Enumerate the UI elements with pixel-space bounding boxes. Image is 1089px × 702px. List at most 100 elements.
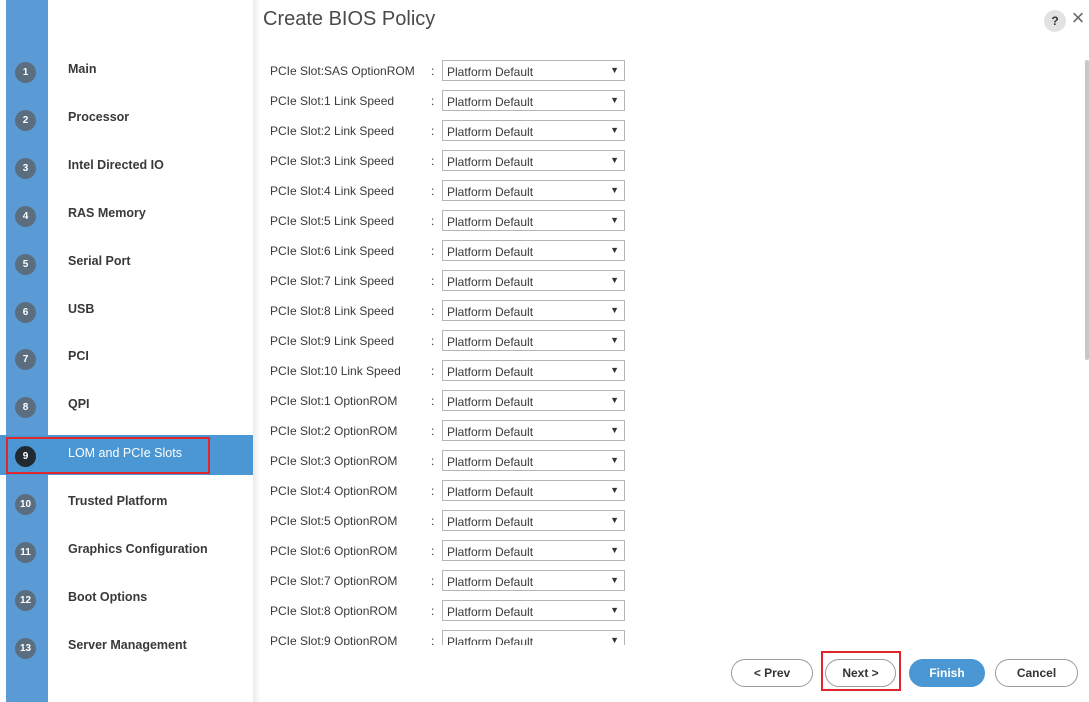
field-select[interactable]: Platform Default ▼ bbox=[442, 390, 625, 411]
field-select[interactable]: Platform Default ▼ bbox=[442, 600, 625, 621]
step-graphics-configuration[interactable]: 11 Graphics Configuration bbox=[0, 531, 253, 571]
select-value: Platform Default bbox=[447, 575, 534, 589]
dropdown-arrow-icon: ▼ bbox=[610, 245, 619, 255]
step-pci[interactable]: 7 PCI bbox=[0, 338, 253, 378]
field-select[interactable]: Platform Default ▼ bbox=[442, 120, 625, 141]
select-value: Platform Default bbox=[447, 515, 534, 529]
step-number-badge: 12 bbox=[15, 590, 36, 611]
field-select[interactable]: Platform Default ▼ bbox=[442, 60, 625, 81]
dialog-title: Create BIOS Policy bbox=[263, 8, 436, 30]
field-colon: : bbox=[431, 304, 435, 318]
select-value: Platform Default bbox=[447, 605, 534, 619]
prev-button[interactable]: < Prev bbox=[731, 659, 813, 687]
dropdown-arrow-icon: ▼ bbox=[610, 65, 619, 75]
field-select[interactable]: Platform Default ▼ bbox=[442, 240, 625, 261]
field-select[interactable]: Platform Default ▼ bbox=[442, 420, 625, 441]
field-label: PCIe Slot:SAS OptionROM bbox=[270, 64, 415, 78]
step-qpi[interactable]: 8 QPI bbox=[0, 386, 253, 426]
active-step-highlight-box bbox=[6, 437, 210, 474]
step-ras-memory[interactable]: 4 RAS Memory bbox=[0, 195, 253, 235]
field-select[interactable]: Platform Default ▼ bbox=[442, 630, 625, 645]
field-select[interactable]: Platform Default ▼ bbox=[442, 180, 625, 201]
step-label: Main bbox=[68, 62, 97, 76]
step-trusted-platform[interactable]: 10 Trusted Platform bbox=[0, 483, 253, 523]
field-select[interactable]: Platform Default ▼ bbox=[442, 450, 625, 471]
close-icon[interactable]: × bbox=[1068, 6, 1088, 30]
form-row-pcie-slot6-link-speed: PCIe Slot:6 Link Speed : Platform Defaul… bbox=[263, 235, 633, 265]
form-row-pcie-slot1-link-speed: PCIe Slot:1 Link Speed : Platform Defaul… bbox=[263, 85, 633, 115]
dropdown-arrow-icon: ▼ bbox=[610, 575, 619, 585]
field-select[interactable]: Platform Default ▼ bbox=[442, 150, 625, 171]
step-label: RAS Memory bbox=[68, 206, 146, 220]
step-label: Server Management bbox=[68, 638, 187, 652]
field-colon: : bbox=[431, 184, 435, 198]
dropdown-arrow-icon: ▼ bbox=[610, 125, 619, 135]
field-colon: : bbox=[431, 424, 435, 438]
step-label: Intel Directed IO bbox=[68, 158, 164, 172]
select-value: Platform Default bbox=[447, 365, 534, 379]
help-icon[interactable]: ? bbox=[1044, 10, 1066, 32]
select-value: Platform Default bbox=[447, 125, 534, 139]
field-select[interactable]: Platform Default ▼ bbox=[442, 540, 625, 561]
select-value: Platform Default bbox=[447, 545, 534, 559]
dropdown-arrow-icon: ▼ bbox=[610, 215, 619, 225]
form-row-pcie-slot2-optionrom: PCIe Slot:2 OptionROM : Platform Default… bbox=[263, 415, 633, 445]
select-value: Platform Default bbox=[447, 335, 534, 349]
field-colon: : bbox=[431, 634, 435, 645]
dropdown-arrow-icon: ▼ bbox=[610, 155, 619, 165]
field-colon: : bbox=[431, 334, 435, 348]
step-boot-options[interactable]: 12 Boot Options bbox=[0, 579, 253, 619]
field-label: PCIe Slot:8 OptionROM bbox=[270, 604, 398, 618]
finish-button[interactable]: Finish bbox=[909, 659, 985, 687]
form-row-pcie-slot6-optionrom: PCIe Slot:6 OptionROM : Platform Default… bbox=[263, 535, 633, 565]
dropdown-arrow-icon: ▼ bbox=[610, 305, 619, 315]
select-value: Platform Default bbox=[447, 275, 534, 289]
field-select[interactable]: Platform Default ▼ bbox=[442, 360, 625, 381]
dropdown-arrow-icon: ▼ bbox=[610, 365, 619, 375]
field-label: PCIe Slot:9 Link Speed bbox=[270, 334, 395, 348]
dropdown-arrow-icon: ▼ bbox=[610, 395, 619, 405]
step-number-badge: 7 bbox=[15, 349, 36, 370]
cancel-button[interactable]: Cancel bbox=[995, 659, 1078, 687]
field-colon: : bbox=[431, 574, 435, 588]
field-colon: : bbox=[431, 124, 435, 138]
field-select[interactable]: Platform Default ▼ bbox=[442, 210, 625, 231]
step-number-badge: 11 bbox=[15, 542, 36, 563]
next-button-highlight-box bbox=[821, 651, 901, 691]
form-row-pcie-slot4-optionrom: PCIe Slot:4 OptionROM : Platform Default… bbox=[263, 475, 633, 505]
step-usb[interactable]: 6 USB bbox=[0, 291, 253, 331]
step-intel-directed-io[interactable]: 3 Intel Directed IO bbox=[0, 147, 253, 187]
field-label: PCIe Slot:6 Link Speed bbox=[270, 244, 395, 258]
step-label: Graphics Configuration bbox=[68, 542, 208, 556]
field-colon: : bbox=[431, 274, 435, 288]
field-label: PCIe Slot:5 OptionROM bbox=[270, 514, 398, 528]
form-row-pcie-slot8-optionrom: PCIe Slot:8 OptionROM : Platform Default… bbox=[263, 595, 633, 625]
field-select[interactable]: Platform Default ▼ bbox=[442, 570, 625, 591]
form-row-pcie-slot4-link-speed: PCIe Slot:4 Link Speed : Platform Defaul… bbox=[263, 175, 633, 205]
step-label: Serial Port bbox=[68, 254, 131, 268]
step-number-badge: 4 bbox=[15, 206, 36, 227]
form-row-pcie-slot3-link-speed: PCIe Slot:3 Link Speed : Platform Defaul… bbox=[263, 145, 633, 175]
field-select[interactable]: Platform Default ▼ bbox=[442, 510, 625, 531]
select-value: Platform Default bbox=[447, 185, 534, 199]
field-select[interactable]: Platform Default ▼ bbox=[442, 300, 625, 321]
select-value: Platform Default bbox=[447, 65, 534, 79]
step-label: QPI bbox=[68, 397, 90, 411]
step-number-badge: 5 bbox=[15, 254, 36, 275]
field-select[interactable]: Platform Default ▼ bbox=[442, 480, 625, 501]
step-serial-port[interactable]: 5 Serial Port bbox=[0, 243, 253, 283]
step-processor[interactable]: 2 Processor bbox=[0, 99, 253, 139]
scrollbar-thumb[interactable] bbox=[1085, 60, 1089, 360]
field-select[interactable]: Platform Default ▼ bbox=[442, 90, 625, 111]
step-main[interactable]: 1 Main bbox=[0, 51, 253, 91]
field-label: PCIe Slot:3 OptionROM bbox=[270, 454, 398, 468]
form-row-pcie-slot7-link-speed: PCIe Slot:7 Link Speed : Platform Defaul… bbox=[263, 265, 633, 295]
field-label: PCIe Slot:8 Link Speed bbox=[270, 304, 395, 318]
field-colon: : bbox=[431, 244, 435, 258]
step-number-badge: 1 bbox=[15, 62, 36, 83]
field-select[interactable]: Platform Default ▼ bbox=[442, 330, 625, 351]
dropdown-arrow-icon: ▼ bbox=[610, 605, 619, 615]
step-number-badge: 13 bbox=[15, 638, 36, 659]
field-select[interactable]: Platform Default ▼ bbox=[442, 270, 625, 291]
step-server-management[interactable]: 13 Server Management bbox=[0, 627, 253, 667]
